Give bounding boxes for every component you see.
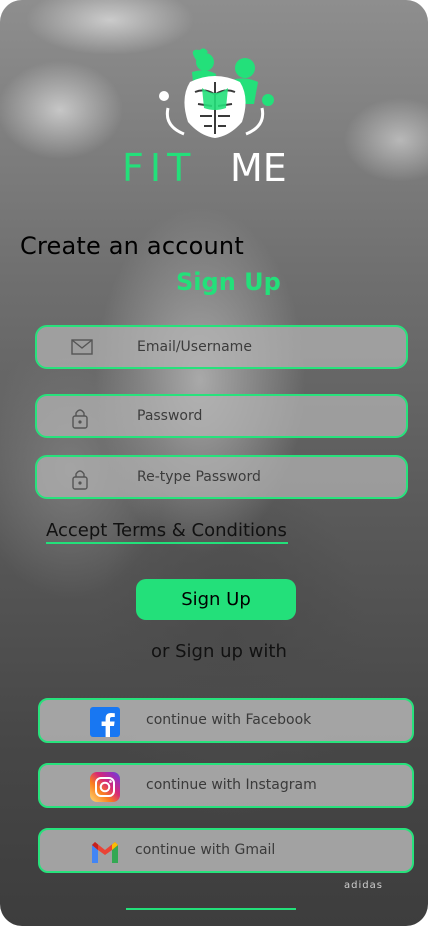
fitness-logo-icon [150, 48, 280, 140]
terms-link[interactable]: Accept Terms & Conditions [46, 520, 287, 541]
instagram-icon [90, 772, 120, 802]
brand-wordmark: FIT ME [122, 145, 302, 190]
facebook-button[interactable]: continue with Facebook [38, 698, 414, 743]
instagram-button[interactable]: continue with Instagram [38, 763, 414, 808]
password-field[interactable]: Password [35, 394, 408, 438]
facebook-icon [90, 707, 120, 737]
signup-screen: FIT ME Create an account Sign Up Email/U… [0, 0, 428, 926]
gmail-label: continue with Gmail [135, 842, 276, 858]
email-field[interactable]: Email/Username [35, 325, 408, 369]
instagram-label: continue with Instagram [146, 777, 317, 793]
home-indicator [126, 908, 296, 910]
terms-underline [46, 542, 288, 544]
brand-name-part1: FIT [122, 146, 196, 187]
page-subtitle: Sign Up [176, 268, 281, 296]
retype-password-field[interactable]: Re-type Password [35, 455, 408, 499]
brand-name-part2: ME [230, 146, 287, 187]
signup-button[interactable]: Sign Up [136, 579, 296, 620]
gmail-icon [90, 837, 120, 867]
lock-icon [71, 468, 91, 490]
lock-icon [71, 407, 91, 429]
email-placeholder: Email/Username [137, 339, 252, 355]
background-watermark: adidas [344, 880, 383, 891]
or-signup-text: or Sign up with [151, 641, 287, 662]
envelope-icon [71, 338, 93, 358]
retype-password-placeholder: Re-type Password [137, 469, 261, 485]
gmail-button[interactable]: continue with Gmail [38, 828, 414, 873]
password-placeholder: Password [137, 408, 203, 424]
facebook-label: continue with Facebook [146, 712, 312, 728]
page-title: Create an account [20, 232, 244, 260]
